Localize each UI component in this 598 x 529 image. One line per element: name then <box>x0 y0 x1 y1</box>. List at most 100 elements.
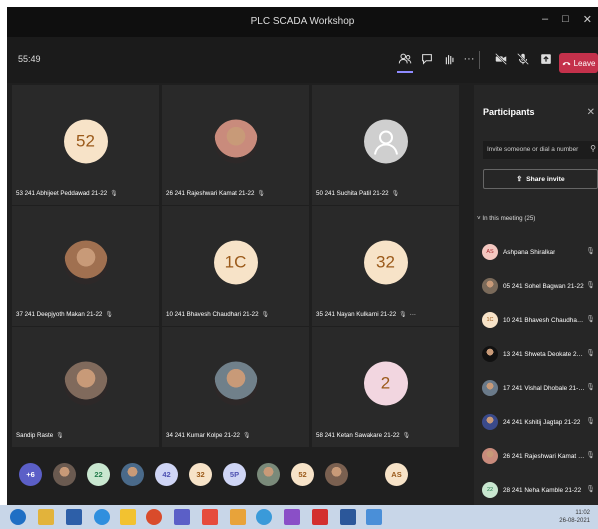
microphone-off-icon: 🎙 <box>242 433 251 439</box>
microphone-off-icon: 🎙 <box>586 384 595 391</box>
edge-icon[interactable] <box>94 509 110 525</box>
window-title: PLC SCADA Workshop <box>250 16 355 27</box>
video-tile[interactable]: 34 241 Kumar Kolpe 21-22 🎙 <box>162 327 309 447</box>
participant-list-item[interactable]: 17 241 Vishal Dhobale 21-22 🎙 <box>482 371 598 405</box>
participant-list-item[interactable]: 05 241 Sohel Bagwan 21-22 🎙 <box>482 269 598 303</box>
start-icon[interactable] <box>10 509 26 525</box>
participant-list-item[interactable]: 13 241 Shweta Deokate 21-22 🎙 <box>482 337 598 371</box>
paint-icon[interactable] <box>230 509 246 525</box>
close-window-button[interactable]: ✕ <box>583 13 592 26</box>
maximize-button[interactable]: □ <box>562 13 569 26</box>
participant-name: Ashpana Shiralkar <box>503 248 556 256</box>
video-grid: 52 53 241 Abhijeet Peddawad 21-22 🎙 26 241 … <box>12 85 459 447</box>
avatar <box>213 361 258 406</box>
video-tile[interactable]: 50 241 Suchita Patil 21-22 🎙 <box>312 85 459 205</box>
reactions-button[interactable] <box>439 49 459 69</box>
strip-avatar[interactable] <box>121 463 144 486</box>
avatar: 1C <box>213 240 258 285</box>
video-tile[interactable]: 32 35 241 Nayan Kulkarni 21-22 🎙 ··· <box>312 206 459 326</box>
more-actions-button[interactable]: ··· <box>459 49 479 69</box>
minimize-button[interactable]: – <box>542 13 548 26</box>
microphone-off-icon: 🎙 <box>586 316 595 323</box>
share-screen-button[interactable] <box>536 49 556 69</box>
microphone-off-icon: 🎙 <box>586 248 595 255</box>
strip-avatar[interactable] <box>325 463 348 486</box>
window-icon[interactable] <box>366 509 382 525</box>
participants-panel: Participants ✕ Invite someone or dial a … <box>474 85 598 505</box>
toolbar-divider <box>479 51 480 69</box>
system-tray: 11:02 26-08-2021 <box>559 509 590 525</box>
app-icon[interactable] <box>202 509 218 525</box>
teams-window: PLC SCADA Workshop – □ ✕ 55:49 ··· Leave… <box>7 7 598 505</box>
video-tile[interactable]: Sandip Raste 🎙 <box>12 327 159 447</box>
microphone-off-icon: 🎙 <box>586 418 595 425</box>
teams-icon[interactable] <box>174 509 190 525</box>
strip-avatar[interactable]: AS <box>385 463 408 486</box>
close-panel-button[interactable]: ✕ <box>587 107 595 118</box>
participant-name: 10 241 Bhavesh Chaudhari 21... <box>503 316 585 324</box>
microphone-button[interactable] <box>513 49 533 69</box>
microphone-off-icon: 🎙 <box>586 486 595 493</box>
microphone-off-icon: 🎙 <box>586 282 595 289</box>
word-icon[interactable] <box>340 509 356 525</box>
strip-avatar[interactable]: 5P <box>223 463 246 486</box>
participant-list-item[interactable]: 24 241 Kshitij Jagtap 21-22 🎙 <box>482 405 598 439</box>
video-tile[interactable]: 2 58 241 Ketan Sawakare 21-22 🎙 <box>312 327 459 447</box>
participant-list-item[interactable]: AS Ashpana Shiralkar 🎙 <box>482 235 598 269</box>
panel-title: Participants <box>483 107 535 117</box>
browser-icon[interactable] <box>256 509 272 525</box>
participant-name: 26 241 Rajeshwari Kamat 21-22 <box>166 190 255 197</box>
strip-avatar[interactable] <box>53 463 76 486</box>
leave-button[interactable]: Leave <box>559 53 598 73</box>
microphone-off-icon: 🎙 <box>586 350 595 357</box>
avatar <box>63 361 108 406</box>
share-invite-button[interactable]: ⇪ Share invite <box>483 169 598 189</box>
avatar: 1C <box>482 312 498 328</box>
participant-name: 58 241 Ketan Sawakare 21-22 <box>316 432 400 439</box>
strip-avatar[interactable]: 32 <box>189 463 212 486</box>
raise-hand-icon <box>445 55 454 65</box>
video-tile[interactable]: 26 241 Rajeshwari Kamat 21-22 🎙 <box>162 85 309 205</box>
participant-name-label: 50 241 Suchita Patil 21-22 🎙 <box>316 190 399 197</box>
folder-icon[interactable] <box>120 509 136 525</box>
participants-button[interactable] <box>395 49 415 73</box>
strip-avatar[interactable]: 52 <box>291 463 314 486</box>
participant-list-item[interactable]: 22 28 241 Neha Kamble 21-22 🎙 <box>482 473 598 505</box>
file-explorer-icon[interactable] <box>38 509 54 525</box>
participant-name: 10 241 Bhavesh Chaudhari 21-22 <box>166 311 259 318</box>
in-meeting-header[interactable]: ˅ In this meeting (25) <box>477 215 535 222</box>
invite-input[interactable]: Invite someone or dial a number ⚲ <box>483 141 598 159</box>
participant-list-item[interactable]: 26 241 Rajeshwari Kamat 21-22🎙 <box>482 439 598 473</box>
microphone-off-icon: 🎙 <box>391 191 400 197</box>
overflow-participants-strip: +6 22 42 32 5P 52 AS <box>19 463 408 491</box>
chrome-icon[interactable] <box>146 509 162 525</box>
strip-avatar[interactable] <box>257 463 280 486</box>
video-tile[interactable]: 52 53 241 Abhijeet Peddawad 21-22 🎙 <box>12 85 159 205</box>
clock-time[interactable]: 11:02 <box>559 509 590 517</box>
video-tile[interactable]: 37 241 Deepjyoth Makan 21-22 🎙 <box>12 206 159 326</box>
participant-name-label: 35 241 Nayan Kulkarni 21-22 🎙 ··· <box>316 311 416 318</box>
participant-name-label: 37 241 Deepjyoth Makan 21-22 🎙 <box>16 311 113 318</box>
camera-button[interactable] <box>491 49 511 69</box>
participant-name: 17 241 Vishal Dhobale 21-22 <box>503 384 585 392</box>
window-controls: – □ ✕ <box>542 13 592 26</box>
strip-avatar[interactable]: 22 <box>87 463 110 486</box>
avatar: AS <box>482 244 498 260</box>
pdf-icon[interactable] <box>312 509 328 525</box>
strip-avatar[interactable]: 42 <box>155 463 178 486</box>
avatar <box>482 448 498 464</box>
clock-date[interactable]: 26-08-2021 <box>559 517 590 525</box>
avatar <box>63 240 108 285</box>
microphone-off-icon: 🎙 <box>399 312 407 318</box>
participant-name-label: 10 241 Bhavesh Chaudhari 21-22 🎙 <box>166 311 269 318</box>
video-tile[interactable]: 1C 10 241 Bhavesh Chaudhari 21-22 🎙 <box>162 206 309 326</box>
participant-name: 13 241 Shweta Deokate 21-22 <box>503 350 585 358</box>
more-participants-button[interactable]: +6 <box>19 463 42 486</box>
tile-more-button[interactable]: ··· <box>410 311 416 318</box>
leave-label: Leave <box>573 58 596 68</box>
participant-name-label: 34 241 Kumar Kolpe 21-22 🎙 <box>166 432 251 439</box>
chat-button[interactable] <box>417 49 437 69</box>
participant-list-item[interactable]: 1C 10 241 Bhavesh Chaudhari 21...🎙 <box>482 303 598 337</box>
app-icon-2[interactable] <box>284 509 300 525</box>
search-taskbar-icon[interactable] <box>66 509 82 525</box>
